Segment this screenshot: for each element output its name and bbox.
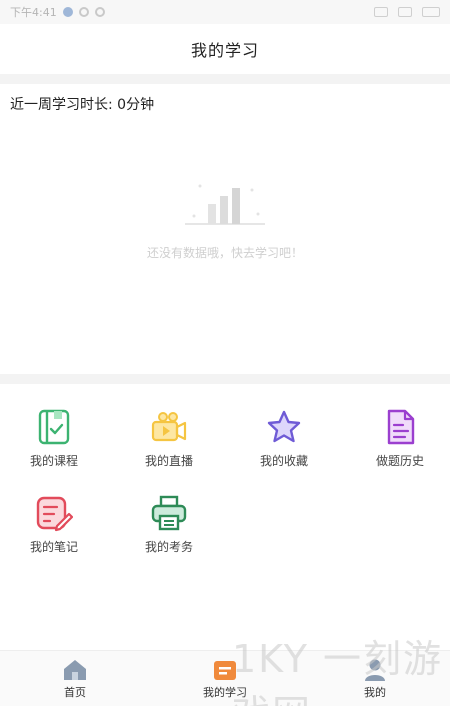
user-icon bbox=[365, 659, 385, 681]
grid-label: 我的笔记 bbox=[29, 540, 78, 554]
empty-message: 还没有数据哦，快去学习吧！ bbox=[146, 246, 303, 260]
grid-label: 我的收藏 bbox=[259, 454, 308, 468]
my-favorites-button[interactable]: 我的收藏 bbox=[234, 408, 334, 469]
study-folder-icon bbox=[214, 660, 236, 680]
history-document-icon bbox=[387, 409, 415, 445]
divider bbox=[0, 374, 450, 384]
grid-label: 做题历史 bbox=[375, 454, 424, 468]
bottom-nav: 首页 我的学习 我的 bbox=[0, 650, 450, 706]
page-title: 我的学习 bbox=[190, 41, 259, 60]
notification-icon bbox=[94, 7, 105, 17]
my-exams-button[interactable]: 我的考务 bbox=[119, 494, 219, 555]
nav-home[interactable]: 首页 bbox=[0, 651, 150, 706]
my-courses-button[interactable]: 我的课程 bbox=[4, 408, 104, 469]
signal-icon bbox=[374, 7, 388, 17]
status-bar: 下午4:41 bbox=[0, 0, 450, 24]
status-time: 下午4:41 bbox=[10, 6, 57, 19]
header: 我的学习 bbox=[0, 24, 450, 74]
weekly-study-time: 近一周学习时长: 0分钟 bbox=[10, 97, 155, 113]
home-icon bbox=[64, 659, 86, 680]
exam-printer-icon bbox=[151, 495, 187, 531]
my-notes-button[interactable]: 我的笔记 bbox=[4, 494, 104, 555]
star-icon bbox=[267, 410, 301, 443]
wifi-icon bbox=[398, 7, 412, 17]
empty-state: 还没有数据哦，快去学习吧！ bbox=[0, 180, 450, 261]
nav-my-study[interactable]: 我的学习 bbox=[150, 651, 300, 706]
nav-label: 首页 bbox=[64, 685, 86, 699]
course-book-icon bbox=[38, 409, 70, 445]
nav-label: 我的学习 bbox=[203, 685, 247, 699]
notes-edit-icon bbox=[36, 496, 73, 532]
grid-label: 我的课程 bbox=[29, 454, 78, 468]
notification-icon bbox=[62, 7, 73, 17]
grid-label: 我的考务 bbox=[144, 540, 193, 554]
divider bbox=[0, 74, 450, 84]
nav-label: 我的 bbox=[364, 685, 386, 699]
live-camera-icon bbox=[151, 412, 187, 442]
battery-icon bbox=[422, 7, 440, 17]
study-stats-card: 近一周学习时长: 0分钟 还没有数据哦，快去学习吧！ bbox=[0, 84, 450, 374]
my-live-button[interactable]: 我的直播 bbox=[119, 408, 219, 469]
grid-label: 我的直播 bbox=[144, 454, 193, 468]
nav-profile[interactable]: 我的 bbox=[300, 651, 450, 706]
empty-chart-icon bbox=[185, 184, 265, 225]
notification-icon bbox=[78, 7, 89, 17]
question-history-button[interactable]: 做题历史 bbox=[350, 408, 450, 469]
